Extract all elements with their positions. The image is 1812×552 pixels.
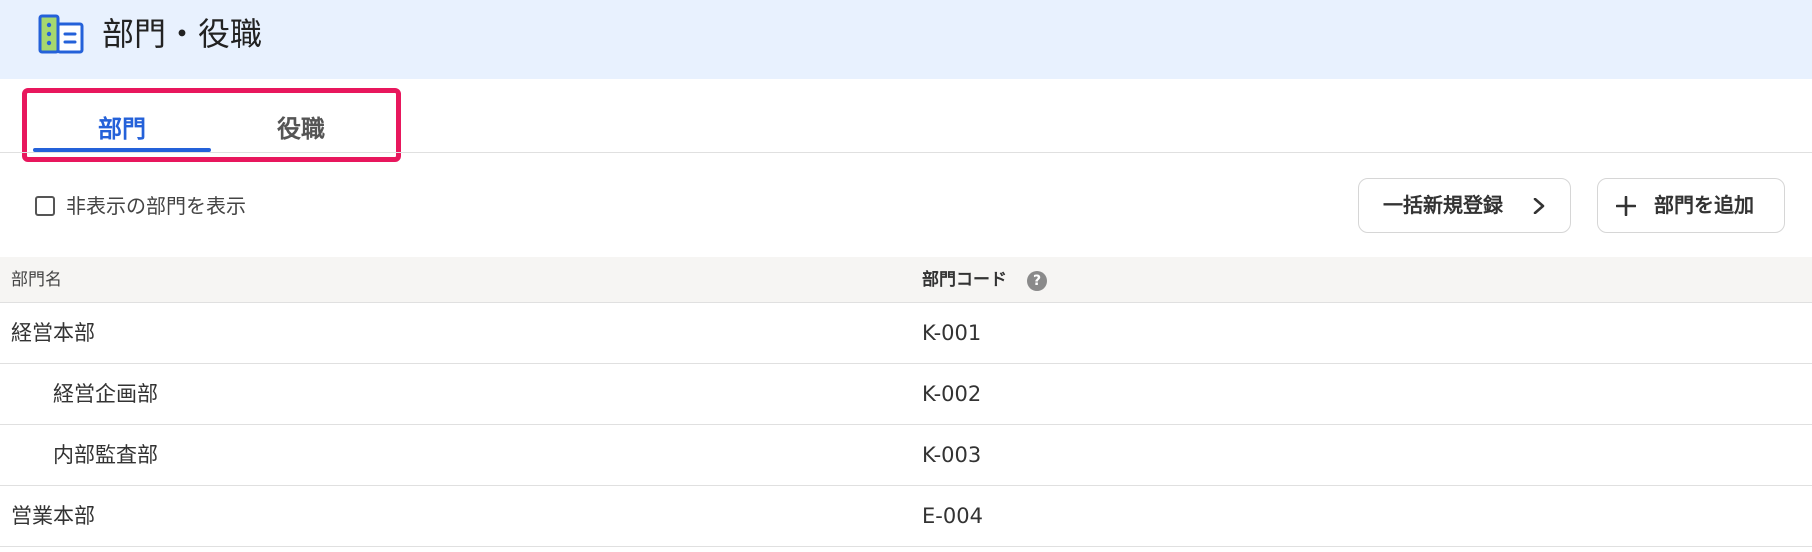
- table-row[interactable]: 経営企画部 K-002: [0, 364, 1812, 425]
- plus-icon: [1616, 196, 1636, 216]
- department-code: K-001: [922, 321, 982, 345]
- building-icon: [38, 14, 84, 54]
- chevron-right-icon: [1533, 198, 1545, 214]
- department-name: 経営本部: [11, 321, 95, 345]
- table-header: 部門名 部門コード ?: [0, 257, 1812, 303]
- department-code: K-002: [922, 382, 982, 406]
- department-code: E-004: [922, 504, 983, 528]
- column-header-code[interactable]: 部門コード: [922, 257, 1007, 303]
- bulk-register-button[interactable]: 一括新規登録: [1358, 178, 1571, 233]
- page-header: 部門・役職: [0, 0, 1812, 79]
- show-hidden-label[interactable]: 非表示の部門を表示: [66, 192, 246, 220]
- department-name: 営業本部: [11, 504, 95, 528]
- help-icon[interactable]: ?: [1027, 271, 1047, 291]
- tabs-divider: [0, 152, 1812, 153]
- table-row[interactable]: 内部監査部 K-003: [0, 425, 1812, 486]
- department-name: 内部監査部: [53, 443, 158, 467]
- column-header-name[interactable]: 部門名: [11, 257, 62, 303]
- tab-positions[interactable]: 役職: [212, 110, 390, 152]
- table-row[interactable]: 経営本部 K-001: [0, 303, 1812, 364]
- bulk-register-label: 一括新規登録: [1383, 193, 1503, 217]
- add-department-button[interactable]: 部門を追加: [1597, 178, 1785, 233]
- tab-departments[interactable]: 部門: [33, 110, 211, 152]
- page-title: 部門・役職: [102, 15, 263, 53]
- show-hidden-checkbox[interactable]: [35, 196, 55, 216]
- department-name: 経営企画部: [53, 382, 158, 406]
- add-department-label: 部門を追加: [1654, 193, 1754, 217]
- department-code: K-003: [922, 443, 982, 467]
- table-row[interactable]: 営業本部 E-004: [0, 486, 1812, 547]
